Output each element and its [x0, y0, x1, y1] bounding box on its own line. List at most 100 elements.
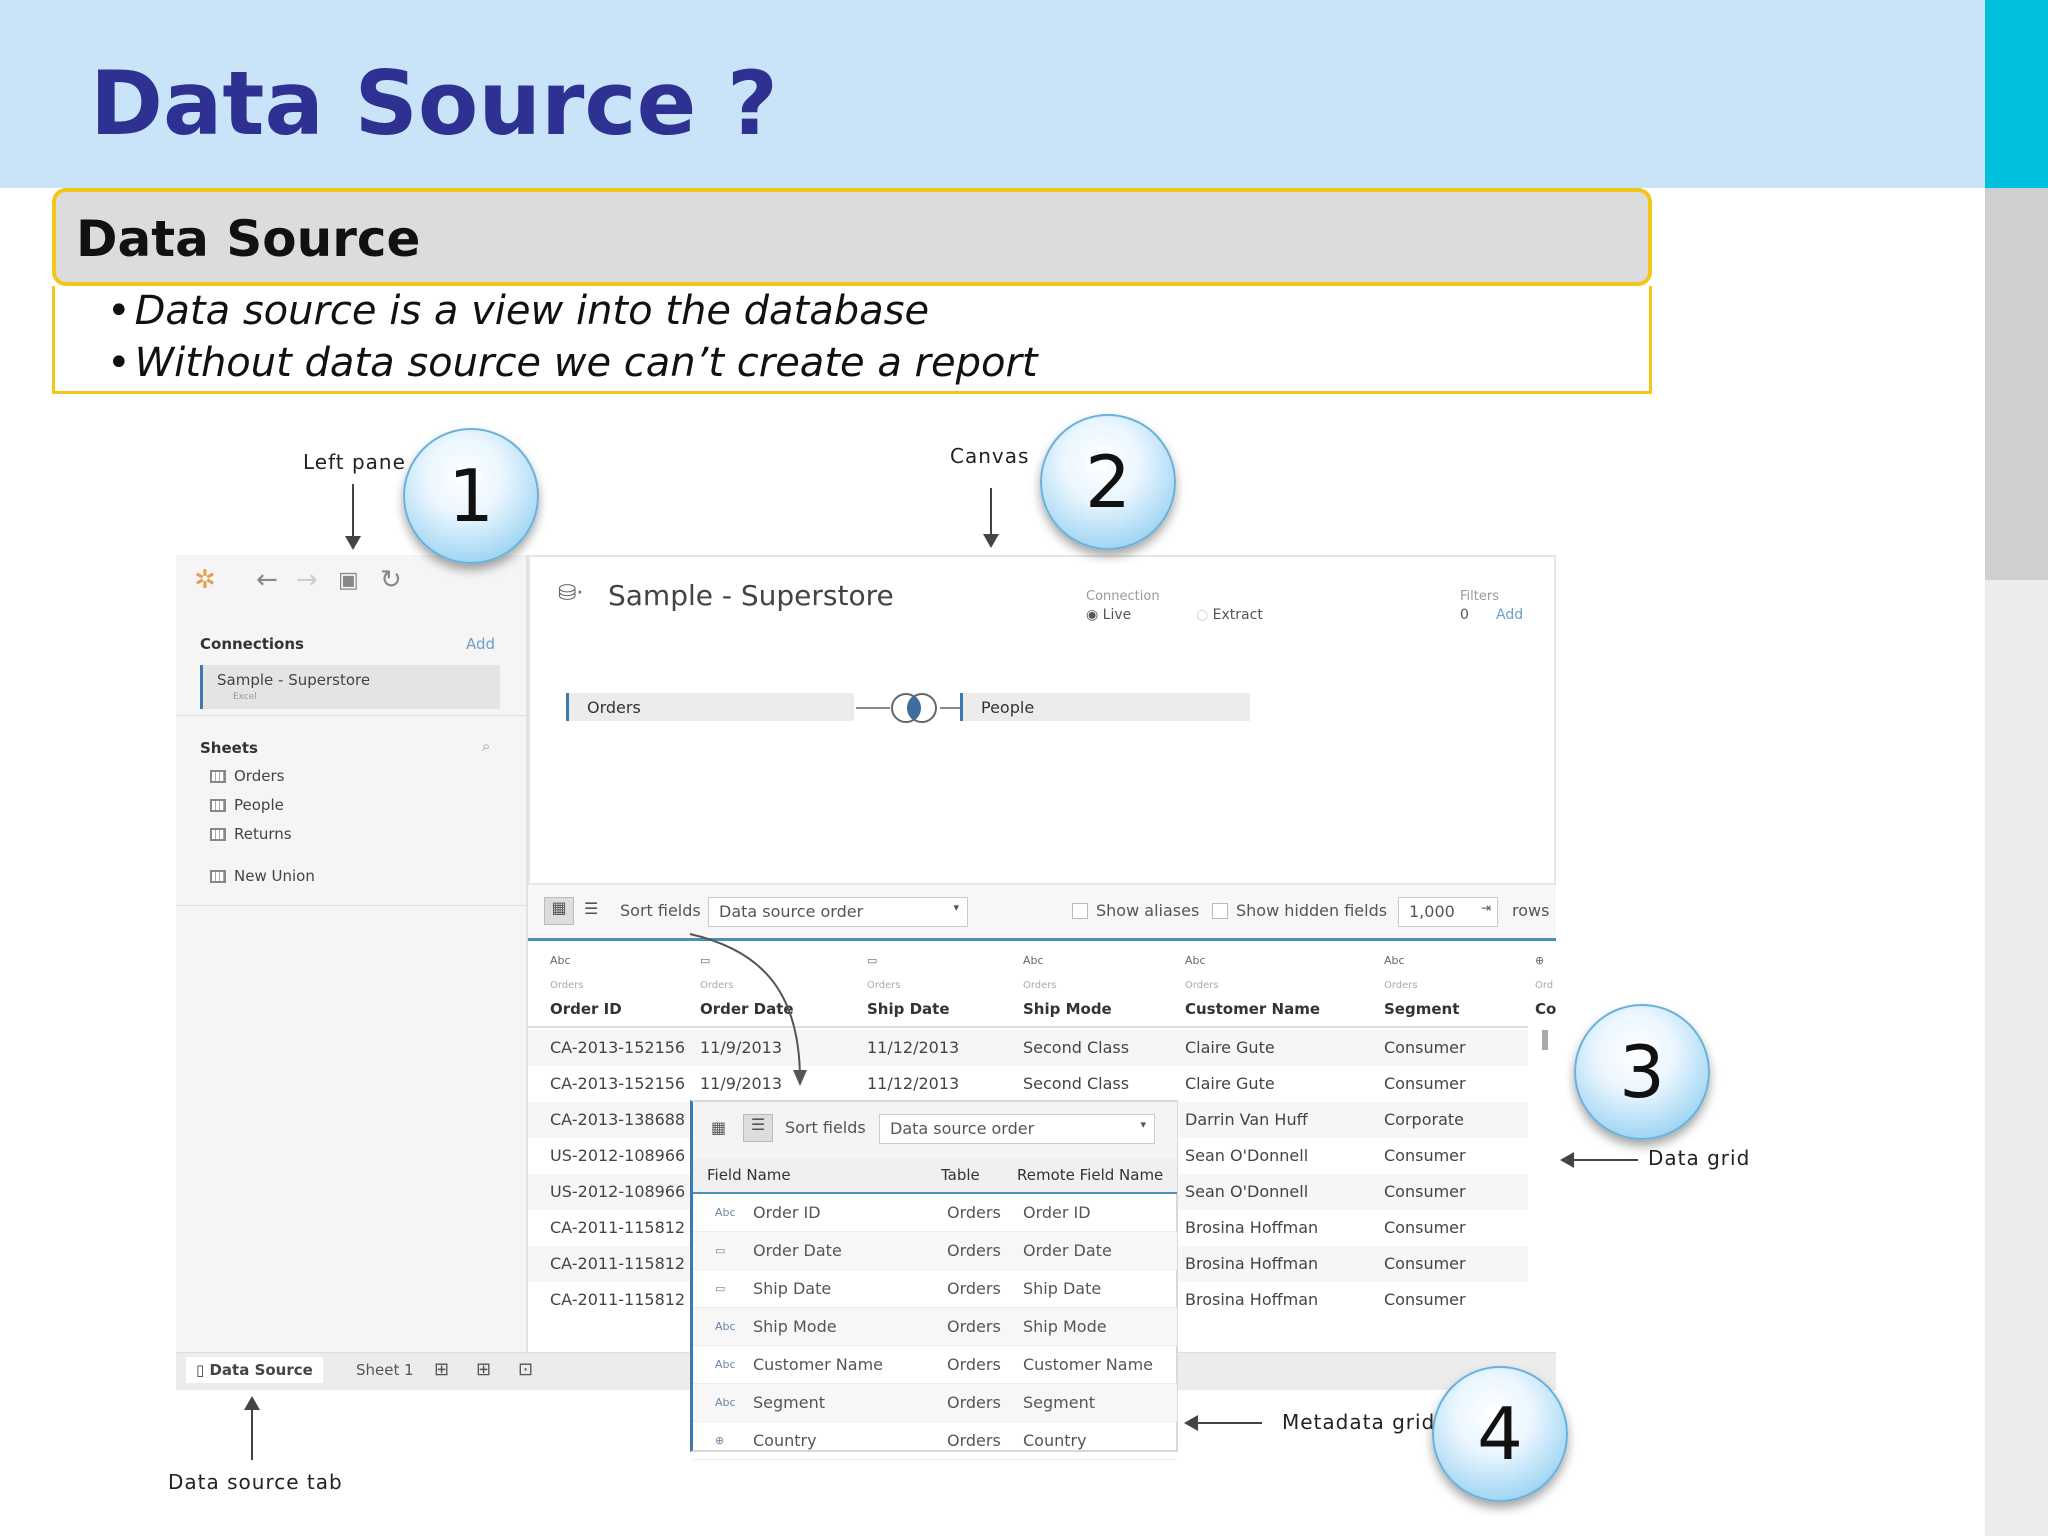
new-dashboard-icon[interactable]: ⊞	[476, 1359, 491, 1380]
table-icon	[210, 799, 226, 812]
table-cell: Sean O'Donnell	[1185, 1182, 1309, 1201]
table-cell: Brosina Hoffman	[1185, 1254, 1319, 1273]
filters-add-link[interactable]: Add	[1496, 607, 1523, 623]
save-icon[interactable]: ▣	[338, 568, 359, 593]
table-cell: Brosina Hoffman	[1185, 1290, 1319, 1309]
callout-data-grid-label: Data grid	[1648, 1146, 1751, 1170]
search-icon[interactable]: ⌕	[482, 737, 490, 755]
accent-bar-bottom	[1985, 580, 2048, 1536]
table-row[interactable]: CA-2013-152156 11/9/2013 11/12/2013 Second …	[528, 1066, 1528, 1102]
show-aliases-checkbox[interactable]: Show aliases	[1072, 901, 1199, 920]
checkbox-icon	[1212, 903, 1228, 919]
sheet1-tab[interactable]: Sheet 1	[356, 1361, 414, 1379]
column-header[interactable]: Order ID	[550, 1000, 622, 1018]
data-source-tab[interactable]: ▯ Data Source	[186, 1357, 323, 1383]
table-cell: CA-2013-138688	[550, 1110, 686, 1129]
show-hidden-checkbox[interactable]: Show hidden fields	[1212, 901, 1387, 920]
rows-input[interactable]: 1,000 ⇥	[1398, 897, 1498, 927]
datasource-name[interactable]: Sample - Superstore	[608, 579, 894, 612]
refresh-icon[interactable]: ↻	[380, 565, 402, 595]
list-view-icon[interactable]: ☰	[743, 1114, 773, 1142]
connections-heading: Connections	[200, 635, 304, 653]
remote-field-name: Ship Mode	[1023, 1317, 1107, 1336]
column-source: Ord	[1535, 980, 1554, 991]
column-header[interactable]: Ship Date	[867, 1000, 950, 1018]
filters-label: Filters	[1460, 589, 1499, 604]
remote-field-name: Customer Name	[1023, 1355, 1154, 1374]
connection-item[interactable]: Sample - Superstore Excel	[200, 665, 500, 709]
new-worksheet-icon[interactable]: ⊞	[434, 1359, 449, 1380]
metadata-row[interactable]: Abc Customer Name Orders Customer Name	[693, 1346, 1177, 1384]
table-people[interactable]: People	[960, 693, 1250, 721]
connection-type: Excel	[233, 692, 257, 702]
add-connection-link[interactable]: Add	[466, 635, 495, 653]
list-view-icon[interactable]: ☰	[584, 899, 598, 918]
metadata-row[interactable]: ⊕ Country Orders Country	[693, 1422, 1177, 1460]
table-row[interactable]: CA-2013-152156 11/9/2013 11/12/2013 Second …	[528, 1030, 1528, 1066]
field-type-icon: Abc	[715, 1358, 736, 1371]
column-source: Orders	[1185, 980, 1219, 991]
metadata-row[interactable]: Abc Segment Orders Segment	[693, 1384, 1177, 1422]
extract-radio[interactable]: ○ Extract	[1196, 607, 1263, 623]
table-cell: CA-2011-115812	[550, 1218, 686, 1237]
sheet-item-people[interactable]: People	[210, 796, 284, 814]
field-name: Customer Name	[753, 1355, 884, 1374]
table-orders[interactable]: Orders	[566, 693, 854, 721]
sheet-item-returns[interactable]: Returns	[210, 825, 292, 843]
sort-fields-dropdown[interactable]: Data source order ▾	[708, 897, 968, 927]
bullet-1: Data source is a view into the database	[107, 288, 930, 334]
dropdown-arrow-icon: ▾	[1140, 1118, 1146, 1131]
header-table[interactable]: Table	[941, 1166, 980, 1184]
callout-3-circle: 3	[1574, 1004, 1710, 1140]
column-header[interactable]: Customer Name	[1185, 1000, 1320, 1018]
new-story-icon[interactable]: ⊡	[518, 1359, 533, 1380]
table-cell: Consumer	[1384, 1038, 1466, 1057]
metadata-sort-dropdown[interactable]: Data source order ▾	[879, 1114, 1155, 1144]
live-radio[interactable]: ◉ Live	[1086, 607, 1131, 623]
rows-label: rows	[1512, 901, 1550, 920]
field-table: Orders	[947, 1241, 1001, 1260]
field-name: Country	[753, 1431, 817, 1450]
column-header[interactable]: Segment	[1384, 1000, 1459, 1018]
new-union-item[interactable]: New Union	[210, 867, 315, 885]
metadata-row[interactable]: Abc Ship Mode Orders Ship Mode	[693, 1308, 1177, 1346]
scrollbar-thumb[interactable]	[1542, 1030, 1548, 1050]
metadata-row[interactable]: Abc Order ID Orders Order ID	[693, 1194, 1177, 1232]
accent-bar-top	[1985, 0, 2048, 188]
metadata-sort-label: Sort fields	[785, 1118, 866, 1137]
header-field-name[interactable]: Field Name	[707, 1166, 791, 1184]
back-arrow-icon[interactable]: ←	[256, 565, 278, 595]
union-icon	[210, 870, 226, 883]
metadata-header: Field Name Table Remote Field Name	[693, 1158, 1177, 1194]
column-header[interactable]: Ship Mode	[1023, 1000, 1112, 1018]
table-cell: Brosina Hoffman	[1185, 1218, 1319, 1237]
metadata-row[interactable]: ▭ Order Date Orders Order Date	[693, 1232, 1177, 1270]
grid-view-icon[interactable]: ▦	[544, 897, 574, 925]
table-cell: Second Class	[1023, 1074, 1130, 1093]
field-table: Orders	[947, 1317, 1001, 1336]
column-source: Orders	[1384, 980, 1418, 991]
field-table: Orders	[947, 1279, 1001, 1298]
forward-arrow-icon[interactable]: →	[296, 565, 318, 595]
remote-field-name: Segment	[1023, 1393, 1095, 1412]
divider	[176, 715, 526, 716]
table-cell: Sean O'Donnell	[1185, 1146, 1309, 1165]
table-cell: Claire Gute	[1185, 1074, 1275, 1093]
inner-join-icon[interactable]	[886, 691, 942, 725]
tableau-logo-icon[interactable]: ✲	[194, 565, 216, 595]
field-type-icon: Abc	[715, 1206, 736, 1219]
table-cell: US-2012-108966	[550, 1146, 686, 1165]
grid-view-icon[interactable]: ▦	[711, 1118, 726, 1137]
header-remote-field[interactable]: Remote Field Name	[1017, 1166, 1163, 1184]
callout-left-pane-label: Left pane	[303, 450, 406, 474]
remote-field-name: Order Date	[1023, 1241, 1112, 1260]
arrow-up-icon	[244, 1396, 260, 1410]
metadata-row[interactable]: ▭ Ship Date Orders Ship Date	[693, 1270, 1177, 1308]
content-box-heading: Data Source	[52, 188, 1652, 286]
table-cell: 11/12/2013	[867, 1074, 960, 1093]
sheet-item-orders[interactable]: Orders	[210, 767, 284, 785]
column-header[interactable]: Co	[1535, 1000, 1556, 1018]
filters-count: 0	[1460, 607, 1469, 623]
join-line	[856, 707, 890, 709]
field-type-icon: Abc	[715, 1396, 736, 1409]
